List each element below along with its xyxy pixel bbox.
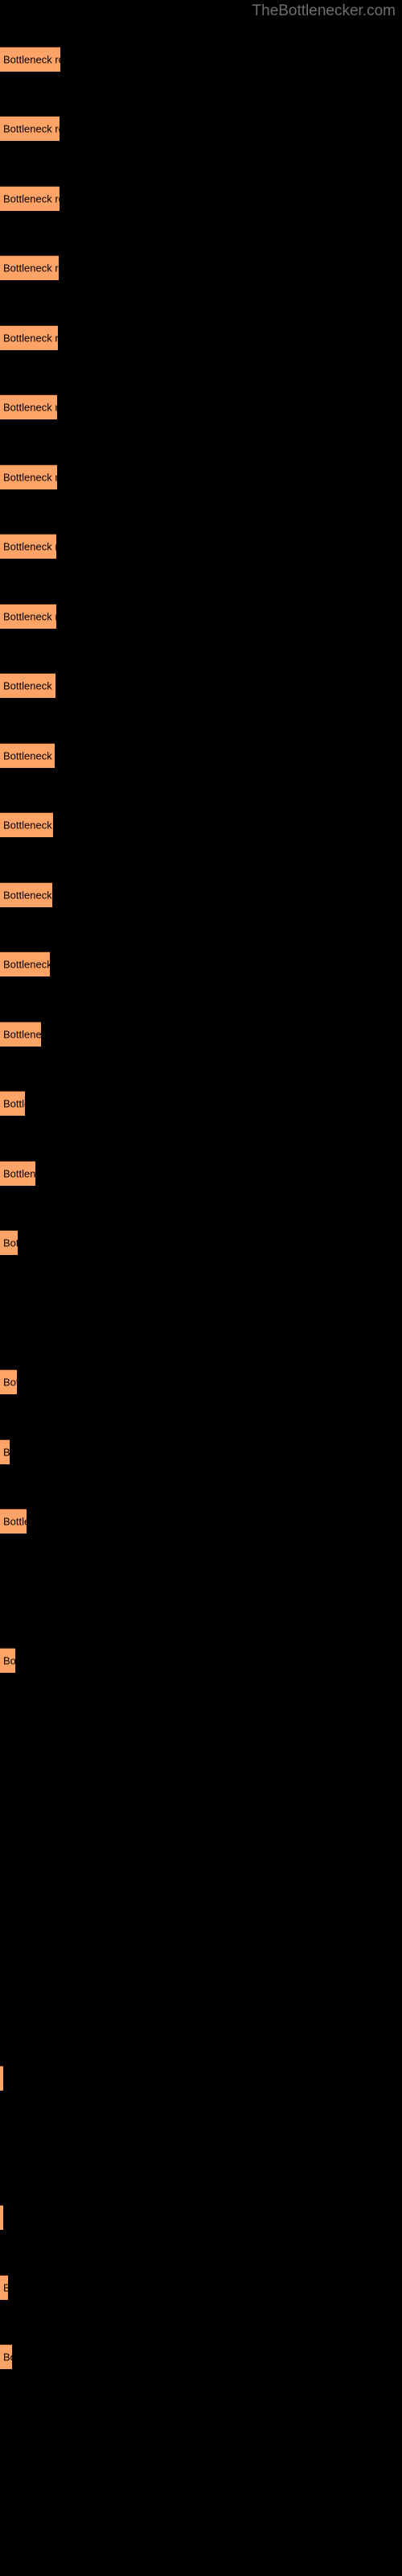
bar-label: Bottleneck result — [3, 749, 55, 762]
bar-label: Bottleneck result — [3, 2351, 12, 2363]
bar-20: Bottleneck result — [0, 1369, 17, 1394]
bar-14: Bottleneck result — [0, 952, 50, 976]
bar-label: Bottleneck result — [3, 471, 57, 484]
bar-16: Bottleneck result — [0, 1091, 25, 1116]
bar-label: Bottleneck result — [3, 610, 56, 623]
bar-6: Bottleneck result — [0, 394, 57, 419]
bar-11: Bottleneck result — [0, 743, 55, 768]
bar-4: Bottleneck result — [0, 255, 59, 280]
bar-label: Bottleneck result — [3, 262, 59, 275]
bar-10: Bottleneck result — [0, 673, 55, 698]
bar-7: Bottleneck result — [0, 464, 57, 489]
bar-21: Bottleneck result — [0, 1439, 10, 1464]
bar-18: Bottleneck result — [0, 1230, 18, 1255]
bar-12: Bottleneck result — [0, 812, 53, 837]
bar-label: Bottleneck result — [3, 332, 58, 345]
bar-label: Bottleneck result — [3, 679, 55, 692]
bar-label: Bottleneck result — [3, 1515, 27, 1528]
bar-label: Bottleneck result — [3, 1028, 41, 1041]
bar-chart-plot-area: Bottleneck result Bottleneck result Bottle… — [0, 0, 402, 2576]
chart-page: TheBottlenecker.com Bottleneck resultBot… — [0, 0, 402, 2576]
bar-8: Bottleneck result — [0, 534, 56, 559]
bar-label: Bottleneck result — [3, 1376, 17, 1389]
bar-label: Bottleneck result — [3, 192, 59, 205]
bar-13: Bottleneck result — [0, 882, 52, 907]
bar-2: Bottleneck result — [0, 116, 59, 141]
bar-32: Bottleneck result — [0, 2205, 3, 2230]
bar-label: Bottleneck result — [3, 889, 52, 902]
bar-24: Bottleneck result — [0, 1648, 15, 1673]
bar-1: Bottleneck result — [0, 47, 60, 72]
bar-label: Bottleneck result — [3, 1654, 15, 1667]
bar-15: Bottleneck result — [0, 1022, 41, 1046]
bar-17: Bottleneck result — [0, 1161, 35, 1186]
bar-22: Bottleneck result — [0, 1509, 27, 1534]
bar-label: Bottleneck result — [3, 958, 50, 971]
bar-3: Bottleneck result — [0, 186, 59, 211]
bar-label: Bottleneck result — [3, 2282, 8, 2294]
bar-label: Bottleneck result — [3, 1446, 10, 1459]
bar-label: Bottleneck result — [3, 1097, 25, 1110]
bar-label: Bottleneck result — [3, 819, 53, 832]
bar-label: Bottleneck result — [3, 401, 57, 414]
bar-34: Bottleneck result — [0, 2344, 12, 2369]
bar-label: Bottleneck result — [3, 1167, 35, 1180]
bar-label: Bottleneck result — [3, 53, 60, 66]
bar-9: Bottleneck result — [0, 604, 56, 629]
bar-5: Bottleneck result — [0, 325, 58, 350]
bar-30: Bottleneck result — [0, 2066, 3, 2091]
bar-label: Bottleneck result — [3, 540, 56, 553]
bar-33: Bottleneck result — [0, 2275, 8, 2300]
bar-label: Bottleneck result — [3, 1236, 18, 1249]
bar-label: Bottleneck result — [3, 122, 59, 135]
